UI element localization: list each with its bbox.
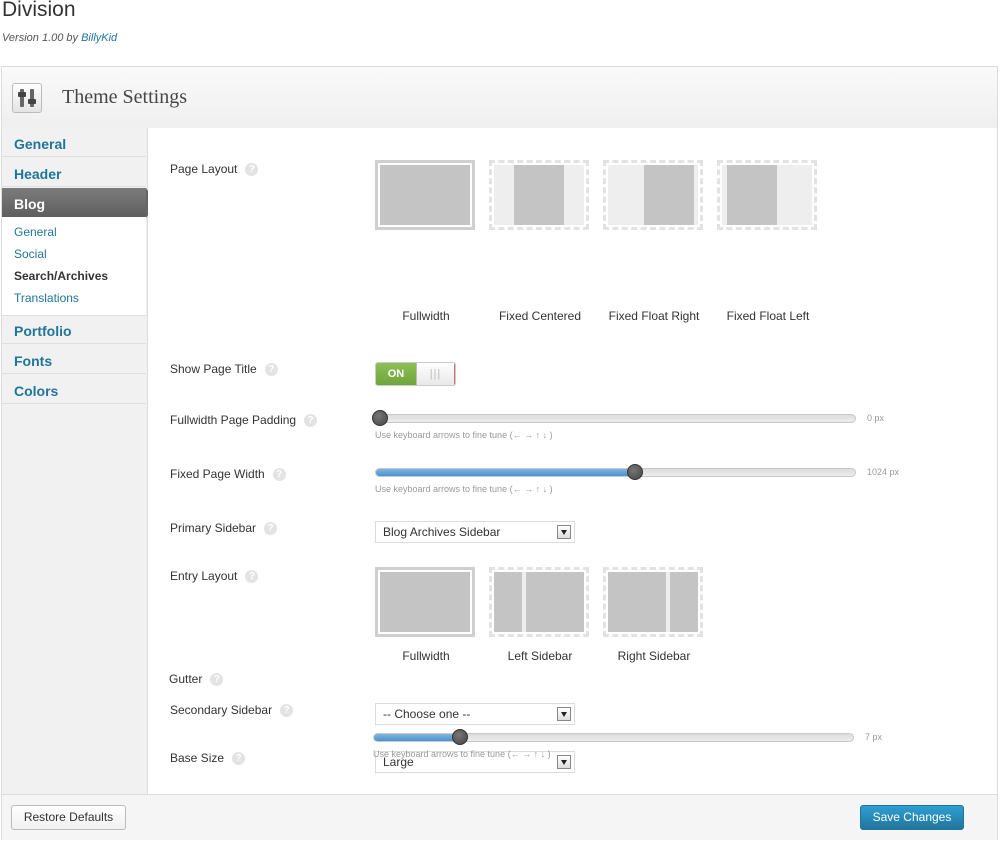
help-icon[interactable]: ? bbox=[264, 522, 278, 535]
help-icon[interactable]: ? bbox=[264, 363, 278, 376]
restore-defaults-button[interactable]: Restore Defaults bbox=[11, 805, 126, 830]
fullwidth-padding-slider[interactable] bbox=[372, 410, 856, 426]
toggle-grip-icon: ||| bbox=[416, 363, 455, 385]
theme-version: Version 1.00 by BillyKid bbox=[2, 32, 117, 44]
help-icon[interactable]: ? bbox=[304, 414, 318, 427]
show-page-title-toggle[interactable]: ON ||| bbox=[375, 362, 456, 386]
primary-sidebar-label: Primary Sidebar? bbox=[170, 521, 278, 535]
fixed-page-width-slider[interactable] bbox=[375, 464, 856, 480]
entry-layout-right-sidebar-option[interactable] bbox=[603, 567, 703, 637]
gutter-hint: Use keyboard arrows to fine tune (← → ↑ … bbox=[373, 749, 551, 759]
panel-title: Theme Settings bbox=[62, 86, 187, 108]
help-icon[interactable]: ? bbox=[272, 468, 286, 481]
help-icon[interactable]: ? bbox=[245, 163, 259, 176]
help-icon[interactable]: ? bbox=[232, 752, 246, 765]
page-layout-option-label: Fixed Centered bbox=[498, 309, 582, 323]
subnav-item-search-archives[interactable]: Search/Archives bbox=[14, 269, 108, 283]
fullwidth-padding-label: Fullwidth Page Padding? bbox=[170, 413, 318, 427]
entry-layout-option-label: Left Sidebar bbox=[507, 649, 573, 663]
settings-sidebar: General Header Blog General Social Searc… bbox=[2, 128, 156, 794]
subnav-item-social[interactable]: Social bbox=[14, 247, 47, 261]
sidebar-item-header[interactable]: Header bbox=[2, 158, 146, 187]
page-layout-label: Page Layout? bbox=[170, 162, 259, 176]
primary-sidebar-label-text: Primary Sidebar bbox=[170, 521, 257, 535]
fixed-page-width-label: Fixed Page Width? bbox=[170, 467, 286, 481]
page-layout-fixed-float-left-option[interactable] bbox=[717, 160, 817, 230]
slider-fill bbox=[376, 469, 635, 476]
sliders-icon bbox=[12, 83, 42, 113]
theme-name: Division bbox=[2, 0, 76, 21]
help-icon[interactable]: ? bbox=[245, 570, 259, 583]
gutter-row: Gutter? bbox=[147, 664, 996, 727]
subnav-item-translations[interactable]: Translations bbox=[14, 291, 79, 305]
page-layout-option-label: Fixed Float Right bbox=[608, 309, 700, 323]
base-size-label: Base Size? bbox=[170, 751, 246, 765]
gutter-label-text: Gutter bbox=[169, 672, 203, 686]
entry-layout-fullwidth-option[interactable] bbox=[375, 567, 475, 637]
sidebar-item-colors[interactable]: Colors bbox=[2, 375, 146, 404]
sidebar-subnav: General Social Search/Archives Translati… bbox=[2, 217, 146, 316]
sidebar-item-portfolio[interactable]: Portfolio bbox=[2, 315, 146, 344]
fixed-page-width-value: 1024 px bbox=[867, 467, 900, 477]
page-layout-option-label: Fixed Float Left bbox=[726, 309, 810, 323]
panel-header: Theme Settings bbox=[2, 67, 997, 129]
entry-layout-label-text: Entry Layout bbox=[170, 569, 238, 583]
slider-fill bbox=[374, 734, 461, 741]
slider-handle[interactable] bbox=[372, 410, 388, 426]
chevron-down-icon bbox=[557, 525, 571, 539]
slider-handle[interactable] bbox=[626, 464, 643, 480]
subnav-item-general[interactable]: General bbox=[14, 225, 57, 239]
show-page-title-label: Show Page Title? bbox=[170, 362, 278, 376]
show-page-title-label-text: Show Page Title bbox=[170, 362, 257, 376]
entry-layout-option-label: Right Sidebar bbox=[617, 649, 691, 663]
version-text: Version 1.00 by bbox=[2, 32, 82, 44]
panel-footer: Restore Defaults Save Changes bbox=[2, 794, 997, 840]
base-size-label-text: Base Size bbox=[170, 751, 225, 765]
page-layout-option-label: Fullwidth bbox=[402, 309, 450, 323]
primary-sidebar-select[interactable]: Blog Archives Sidebar bbox=[375, 521, 575, 543]
entry-layout-option-label: Fullwidth bbox=[402, 649, 450, 663]
page-layout-label-text: Page Layout bbox=[170, 162, 238, 176]
fixed-page-width-hint: Use keyboard arrows to fine tune (← → ↑ … bbox=[375, 484, 553, 494]
toggle-on-label: ON bbox=[376, 363, 416, 385]
primary-sidebar-value: Blog Archives Sidebar bbox=[383, 525, 501, 539]
author-link[interactable]: BillyKid bbox=[81, 32, 117, 44]
entry-layout-left-sidebar-option[interactable] bbox=[489, 567, 589, 637]
gutter-slider[interactable] bbox=[373, 729, 854, 745]
gutter-value: 7 px bbox=[865, 732, 883, 742]
fixed-page-width-label-text: Fixed Page Width bbox=[170, 467, 265, 481]
page-layout-fullwidth-option[interactable] bbox=[375, 160, 475, 230]
fullwidth-padding-label-text: Fullwidth Page Padding bbox=[170, 413, 297, 427]
fullwidth-padding-hint: Use keyboard arrows to fine tune (← → ↑ … bbox=[375, 430, 553, 440]
help-icon[interactable]: ? bbox=[210, 673, 224, 686]
gutter-label: Gutter? bbox=[169, 672, 224, 686]
page-layout-fixed-float-right-option[interactable] bbox=[603, 160, 703, 230]
sidebar-item-blog[interactable]: Blog bbox=[2, 188, 156, 218]
fullwidth-padding-value: 0 px bbox=[867, 413, 885, 423]
sidebar-item-general[interactable]: General bbox=[2, 128, 146, 157]
chevron-down-icon bbox=[557, 755, 571, 769]
entry-layout-label: Entry Layout? bbox=[170, 569, 259, 583]
sidebar-item-fonts[interactable]: Fonts bbox=[2, 345, 146, 374]
save-changes-button[interactable]: Save Changes bbox=[860, 805, 964, 830]
page-layout-fixed-centered-option[interactable] bbox=[489, 160, 589, 230]
